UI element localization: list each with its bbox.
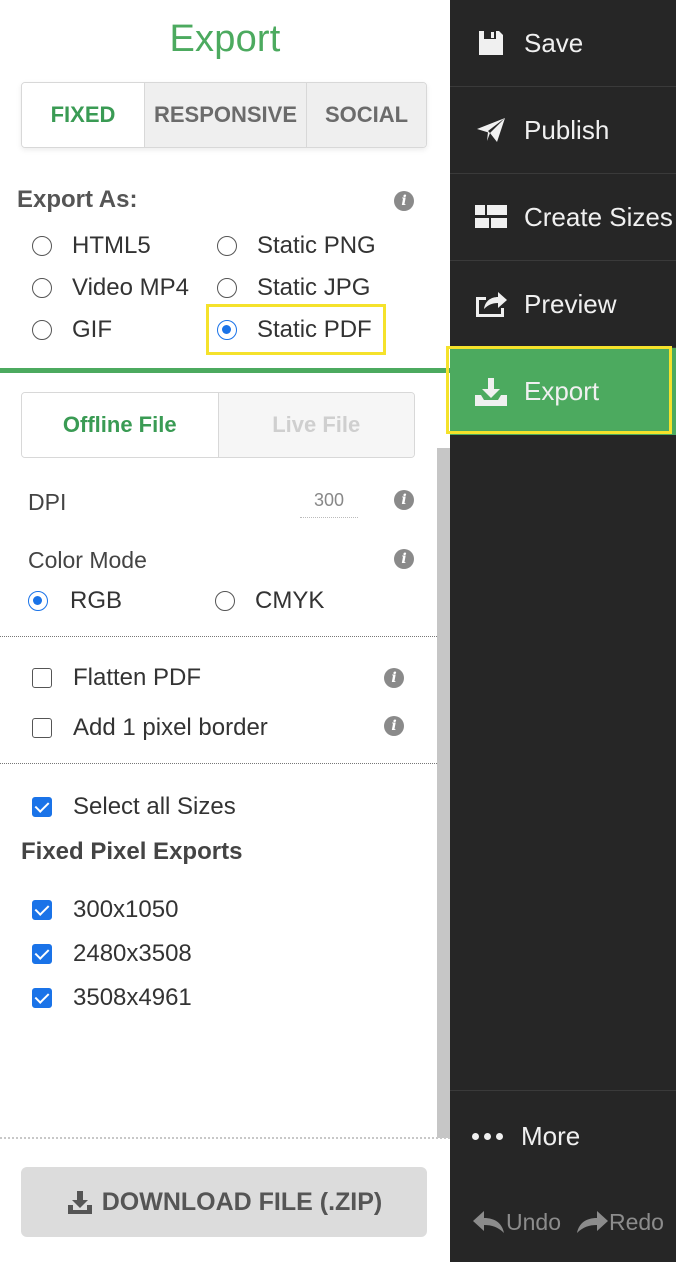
paper-plane-icon <box>474 113 508 147</box>
scrollbar[interactable] <box>437 448 450 1138</box>
sidebar-item-label: Publish <box>524 114 610 145</box>
select-all-label: Select all Sizes <box>73 793 236 820</box>
sidebar-item-label: Save <box>524 27 584 58</box>
option-label: Add 1 pixel border <box>73 714 268 741</box>
redo-arrow-icon <box>576 1211 608 1233</box>
format-label: GIF <box>72 316 112 343</box>
download-button-label: DOWNLOAD FILE (.ZIP) <box>101 1187 383 1216</box>
section-divider <box>0 368 450 373</box>
undo-redo-bar: Undo Redo <box>450 1202 676 1242</box>
format-label: Static PNG <box>257 232 376 259</box>
download-button[interactable]: DOWNLOAD FILE (.ZIP) <box>21 1167 427 1237</box>
dotted-divider <box>0 636 437 637</box>
size-option[interactable]: 3508x4961 <box>32 984 192 1012</box>
size-option[interactable]: 300x1050 <box>32 896 178 924</box>
tab-offline-file[interactable]: Offline File <box>22 393 219 457</box>
undo-arrow-icon <box>473 1211 504 1233</box>
radio-button[interactable] <box>217 278 237 298</box>
pixel-border-option[interactable]: Add 1 pixel border <box>32 714 268 742</box>
format-video-mp4[interactable]: Video MP4 <box>32 274 189 302</box>
info-icon[interactable]: i <box>384 716 404 736</box>
info-icon[interactable]: i <box>394 191 414 211</box>
sidebar-item-label: Create Sizes <box>524 201 673 232</box>
flatten-pdf-option[interactable]: Flatten PDF <box>32 664 201 692</box>
dpi-label: DPI <box>28 489 67 515</box>
more-label: More <box>521 1121 581 1151</box>
tab-live-file[interactable]: Live File <box>218 393 414 457</box>
color-mode-rgb[interactable]: RGB <box>28 587 122 615</box>
export-panel: Export FIXED RESPONSIVE SOCIAL Export As… <box>0 0 450 1262</box>
dotted-divider <box>0 763 437 764</box>
size-label: 3508x4961 <box>73 984 192 1011</box>
export-mode-tabs: FIXED RESPONSIVE SOCIAL <box>21 82 427 148</box>
format-label: HTML5 <box>72 232 151 259</box>
undo-button[interactable]: Undo <box>472 1209 561 1236</box>
info-icon[interactable]: i <box>394 549 414 569</box>
radio-button-selected[interactable] <box>28 591 48 611</box>
select-all-sizes[interactable]: Select all Sizes <box>32 793 236 821</box>
checkbox-checked[interactable] <box>32 797 52 817</box>
sidebar-item-more[interactable]: More <box>450 1090 676 1182</box>
color-mode-label: Color Mode <box>28 547 147 573</box>
dotted-divider <box>0 1137 450 1139</box>
checkbox[interactable] <box>32 718 52 738</box>
color-mode-cmyk[interactable]: CMYK <box>215 587 324 615</box>
download-icon <box>67 1191 92 1214</box>
radio-button[interactable] <box>32 320 52 340</box>
radio-button[interactable] <box>32 278 52 298</box>
redo-button[interactable]: Redo <box>575 1209 664 1236</box>
format-gif[interactable]: GIF <box>32 316 112 344</box>
format-label: Static JPG <box>257 274 371 301</box>
export-as-label: Export As: <box>17 186 138 213</box>
format-html5[interactable]: HTML5 <box>32 232 151 260</box>
undo-label: Undo <box>506 1208 561 1235</box>
redo-label: Redo <box>608 1208 664 1235</box>
checkbox[interactable] <box>32 668 52 688</box>
panel-title: Export <box>169 18 281 60</box>
size-label: 300x1050 <box>73 896 179 923</box>
file-type-tabs: Offline File Live File <box>21 392 415 458</box>
static-pdf-highlight <box>206 304 386 355</box>
fixed-exports-heading: Fixed Pixel Exports <box>21 838 243 865</box>
more-dots-icon <box>472 1133 503 1140</box>
checkbox-checked[interactable] <box>32 944 52 964</box>
tab-social[interactable]: SOCIAL <box>306 83 426 147</box>
sidebar-item-publish[interactable]: Publish <box>450 87 676 174</box>
tab-responsive[interactable]: RESPONSIVE <box>144 83 306 147</box>
radio-button[interactable] <box>32 236 52 256</box>
dpi-input[interactable] <box>300 484 358 518</box>
grid-icon <box>474 200 508 234</box>
sidebar: Save Publish Create Sizes Preview Export <box>450 0 676 1262</box>
sidebar-item-save[interactable]: Save <box>450 0 676 87</box>
radio-button[interactable] <box>217 236 237 256</box>
size-option[interactable]: 2480x3508 <box>32 940 192 968</box>
checkbox-checked[interactable] <box>32 900 52 920</box>
info-icon[interactable]: i <box>394 490 414 510</box>
sidebar-item-create-sizes[interactable]: Create Sizes <box>450 174 676 261</box>
radio-button[interactable] <box>215 591 235 611</box>
format-static-png[interactable]: Static PNG <box>217 232 376 260</box>
sidebar-item-preview[interactable]: Preview <box>450 261 676 348</box>
floppy-disk-icon <box>474 26 508 60</box>
info-icon[interactable]: i <box>384 668 404 688</box>
checkbox-checked[interactable] <box>32 988 52 1008</box>
format-static-jpg[interactable]: Static JPG <box>217 274 370 302</box>
color-mode-option-label: CMYK <box>255 587 325 614</box>
option-label: Flatten PDF <box>73 664 202 691</box>
format-label: Video MP4 <box>72 274 189 301</box>
tab-fixed[interactable]: FIXED <box>22 83 144 147</box>
export-highlight <box>446 346 672 434</box>
color-mode-option-label: RGB <box>70 587 123 614</box>
sidebar-item-label: Preview <box>524 288 617 319</box>
share-icon <box>474 287 508 321</box>
size-label: 2480x3508 <box>73 940 192 967</box>
